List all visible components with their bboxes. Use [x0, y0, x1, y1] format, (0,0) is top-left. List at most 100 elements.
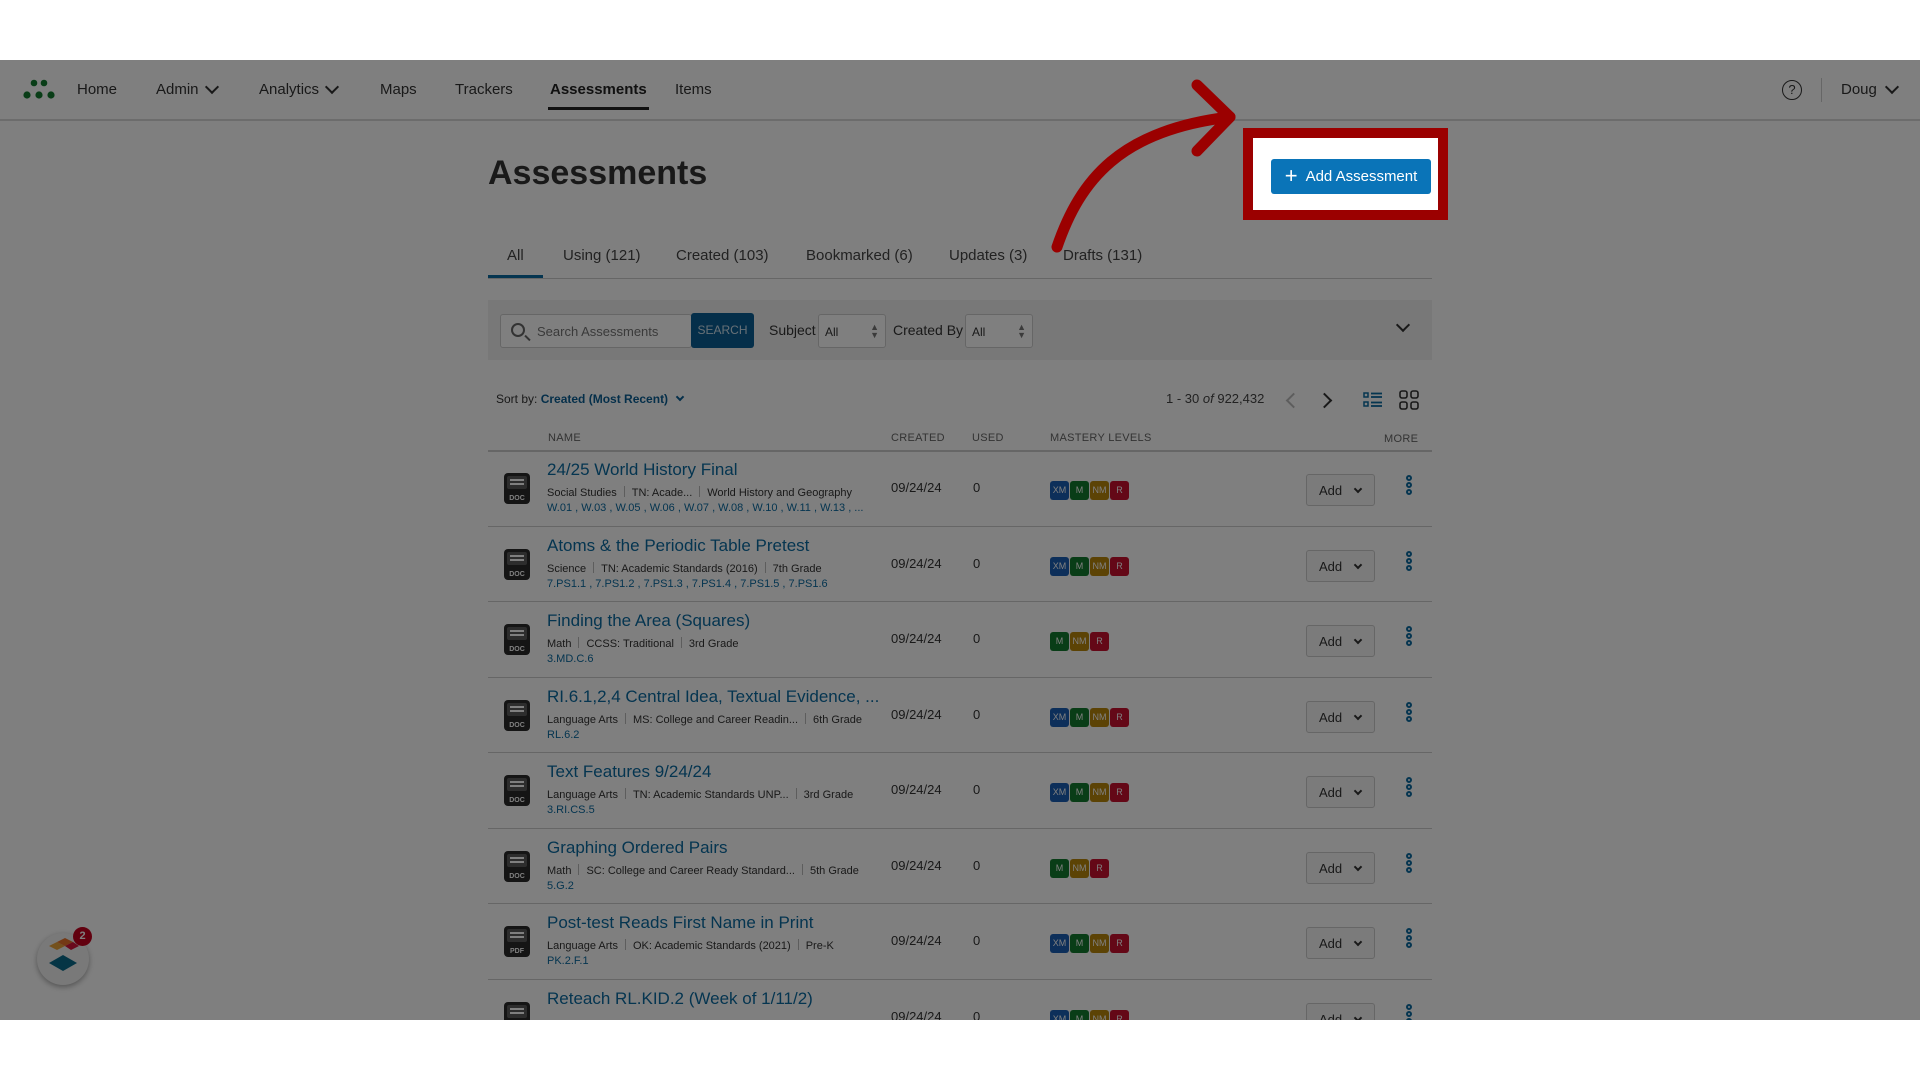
more-options-icon[interactable] — [1406, 1003, 1414, 1020]
chevron-down-icon — [1353, 937, 1363, 947]
mastery-badge-nm: NM — [1090, 556, 1109, 576]
standards-links[interactable]: W.01 , W.03 , W.05 , W.06 , W.07 , W.08 … — [547, 502, 863, 514]
add-label: Add — [1319, 860, 1343, 876]
meta-separator — [805, 712, 807, 724]
total-count: 922,432 — [1217, 391, 1265, 406]
add-dropdown-button[interactable]: Add — [1306, 549, 1375, 582]
meta-separator — [578, 863, 580, 875]
table-row[interactable]: DOC Reteach RL.KID.2 (Week of 1/11/2) 09/2… — [488, 980, 1432, 1020]
more-options-icon[interactable] — [1406, 928, 1414, 950]
tab-updates[interactable]: Updates (3) — [949, 247, 1027, 264]
assessment-name-link[interactable]: Text Features 9/24/24 — [547, 762, 711, 782]
sort-value[interactable]: Created (Most Recent) — [541, 392, 668, 406]
add-dropdown-button[interactable]: Add — [1306, 700, 1375, 733]
mastery-badge-xm: XM — [1050, 934, 1069, 953]
tab-bookmarked[interactable]: Bookmarked (6) — [806, 247, 913, 264]
assessment-name-link[interactable]: Reteach RL.KID.2 (Week of 1/11/2) — [547, 989, 813, 1009]
table-row[interactable]: DOC Atoms & the Periodic Table Pretest Sci… — [488, 527, 1432, 602]
mastery-badge-r: R — [1110, 707, 1129, 727]
file-type-label: DOC — [509, 797, 525, 804]
mastery-badge-nm: NM — [1090, 934, 1109, 953]
created-date: 09/24/24 — [891, 857, 942, 873]
col-header-more: MORE — [1384, 433, 1419, 445]
assessment-name-link[interactable]: RI.6.1,2,4 Central Idea, Textual Evidenc… — [547, 687, 879, 707]
table-row[interactable]: DOC Finding the Area (Squares) Math CCSS: T… — [488, 602, 1432, 678]
assessment-name-link[interactable]: Post-test Reads First Name in Print — [547, 913, 813, 933]
add-dropdown-button[interactable]: Add — [1306, 625, 1375, 657]
chevron-down-icon — [1353, 635, 1363, 645]
nav-assessments[interactable]: Assessments — [548, 81, 649, 110]
mastery-badge-nm: NM — [1090, 481, 1109, 500]
tab-drafts[interactable]: Drafts (131) — [1063, 247, 1142, 264]
user-menu[interactable]: Doug — [1841, 79, 1899, 98]
add-dropdown-button[interactable]: Add — [1306, 776, 1375, 808]
tab-all[interactable]: All — [488, 247, 542, 278]
more-options-icon[interactable] — [1406, 550, 1414, 573]
nav-admin[interactable]: Admin — [156, 79, 219, 98]
add-assessment-button[interactable]: + Add Assessment — [1271, 159, 1431, 194]
meta-separator — [801, 863, 803, 875]
row-subject: Language Arts — [547, 940, 618, 952]
add-label: Add — [1319, 634, 1343, 649]
table-row[interactable]: DOC Text Features 9/24/24 Language Arts TN:… — [488, 753, 1432, 829]
table-row[interactable]: PDF Post-test Reads First Name in Print La… — [488, 904, 1432, 980]
more-options-icon[interactable] — [1406, 475, 1414, 497]
nav-maps[interactable]: Maps — [380, 81, 417, 98]
nav-admin-label: Admin — [156, 81, 199, 98]
tab-using[interactable]: Using (121) — [563, 247, 641, 264]
standards-links[interactable]: 3.MD.C.6 — [547, 653, 593, 665]
expand-filters-chevron-icon[interactable] — [1395, 317, 1411, 333]
row-standard-set: TN: Acade... — [631, 487, 693, 499]
created-by-value: All — [972, 325, 986, 339]
add-dropdown-button[interactable]: Add — [1306, 927, 1375, 959]
table-row[interactable]: DOC Graphing Ordered Pairs Math SC: College… — [488, 829, 1432, 904]
nav-trackers[interactable]: Trackers — [455, 81, 513, 98]
assessment-name-link[interactable]: Graphing Ordered Pairs — [547, 838, 727, 858]
standards-links[interactable]: PK.2.F.1 — [547, 955, 589, 967]
add-dropdown-button[interactable]: Add — [1306, 474, 1375, 506]
created-by-label: Created By — [893, 322, 964, 338]
search-input[interactable] — [537, 315, 687, 347]
prev-page-icon[interactable] — [1285, 392, 1302, 409]
assessment-name-link[interactable]: Finding the Area (Squares) — [547, 611, 750, 631]
subject-select[interactable]: All ▲ ▼ — [818, 314, 886, 348]
standards-links[interactable]: 7.PS1.1 , 7.PS1.2 , 7.PS1.3 , 7.PS1.4 , … — [547, 578, 828, 590]
more-options-icon[interactable] — [1406, 852, 1414, 875]
sort-by[interactable]: Sort by: Created (Most Recent) — [496, 392, 685, 406]
nav-home[interactable]: Home — [77, 81, 117, 98]
nav-analytics[interactable]: Analytics — [259, 79, 340, 98]
created-by-select[interactable]: All ▲ ▼ — [965, 314, 1033, 348]
more-options-icon[interactable] — [1406, 626, 1414, 648]
search-button[interactable]: SEARCH — [691, 313, 754, 348]
standards-links[interactable]: 3.RI.CS.5 — [547, 804, 595, 816]
assessment-meta: Language Arts TN: Academic Standards UNP.… — [547, 788, 853, 801]
standards-links[interactable]: RL.6.2 — [547, 729, 579, 741]
help-icon[interactable]: ? — [1782, 80, 1802, 100]
col-header-created[interactable]: CREATED — [891, 432, 945, 444]
row-grade: 3rd Grade — [688, 638, 739, 650]
add-dropdown-button[interactable]: Add — [1306, 851, 1375, 884]
chevron-down-icon — [1884, 79, 1899, 95]
list-view-icon[interactable] — [1363, 390, 1383, 410]
next-page-icon[interactable] — [1316, 392, 1333, 409]
col-header-used[interactable]: USED — [972, 432, 1004, 444]
mastery-badge-m: M — [1070, 707, 1089, 727]
chevron-down-icon — [204, 79, 219, 95]
more-options-icon[interactable] — [1406, 701, 1414, 724]
tab-created[interactable]: Created (103) — [676, 247, 769, 264]
mastery-badge-xm: XM — [1050, 1009, 1069, 1020]
assessment-name-link[interactable]: 24/25 World History Final — [547, 460, 738, 480]
mastery-badge-m: M — [1070, 934, 1089, 953]
filter-bar: SEARCH Subject All ▲▼ Created By All ▲▼ — [488, 300, 1432, 360]
standards-links[interactable]: 5.G.2 — [547, 880, 574, 892]
grid-view-icon[interactable] — [1399, 390, 1419, 410]
add-dropdown-button[interactable]: Add — [1306, 1002, 1375, 1020]
table-row[interactable]: DOC 24/25 World History Final Social Studi… — [488, 451, 1432, 527]
mastery-badge-nm: NM — [1090, 783, 1109, 802]
table-row[interactable]: DOC RI.6.1,2,4 Central Idea, Textual Evid… — [488, 678, 1432, 753]
add-label: Add — [1319, 785, 1343, 800]
nav-items[interactable]: Items — [675, 81, 712, 98]
assessment-name-link[interactable]: Atoms & the Periodic Table Pretest — [547, 536, 809, 556]
logo-icon[interactable] — [22, 78, 58, 102]
more-options-icon[interactable] — [1406, 777, 1414, 799]
